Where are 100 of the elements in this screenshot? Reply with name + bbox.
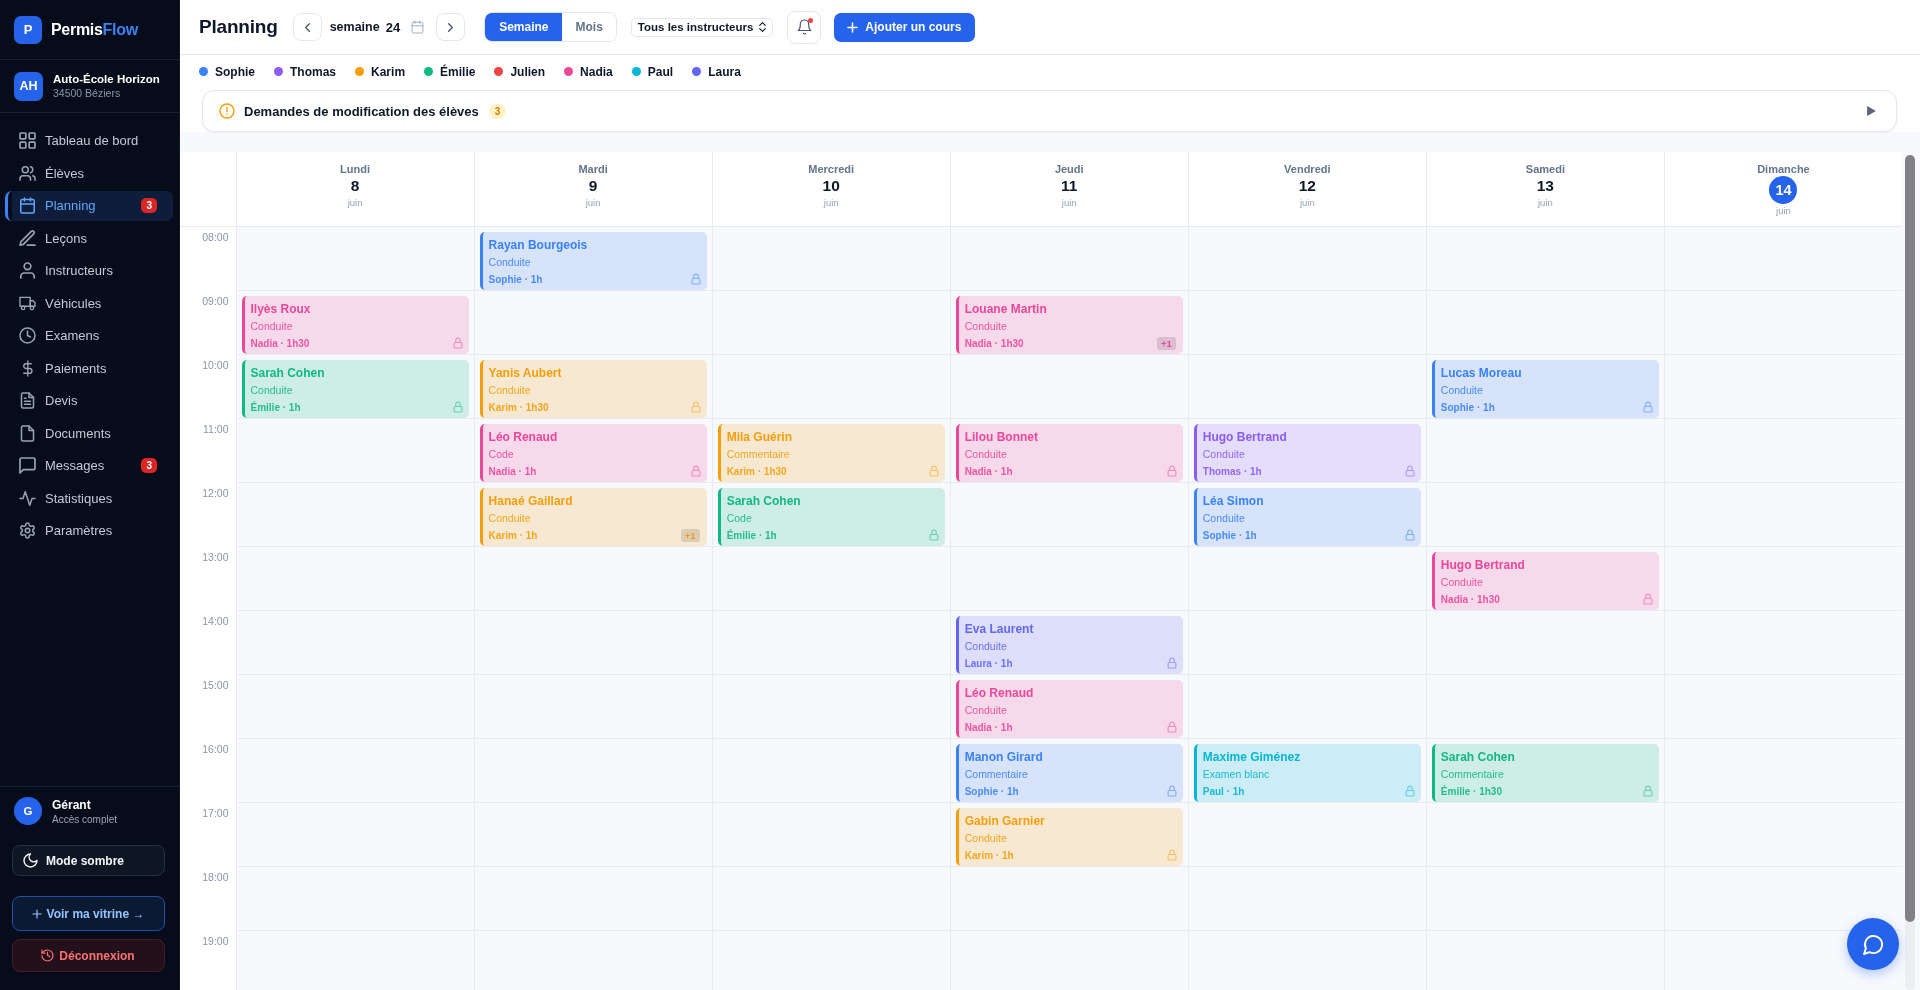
day-number: 8 — [350, 175, 360, 196]
calendar-icon[interactable] — [412, 21, 424, 33]
notifications-button[interactable] — [787, 10, 822, 44]
lesson-type: Conduite — [488, 383, 532, 397]
student-name: Louane Martin — [964, 301, 1048, 317]
lesson-type: Conduite — [1440, 383, 1484, 397]
instructor-name: Paul — [647, 64, 674, 79]
lesson-type: Conduite — [964, 319, 1008, 333]
lesson-details: Émilie · 1h30 — [1440, 785, 1502, 797]
weekday-label: Jeudi — [1054, 161, 1084, 176]
student-name: Sarah Cohen — [726, 493, 802, 509]
instructor-select[interactable]: Tous les instructeurs — [630, 17, 774, 37]
grid-icon — [20, 133, 35, 148]
brand-name: PermisFlow — [51, 20, 138, 39]
day-number: 9 — [588, 175, 598, 196]
nav-item[interactable]: Devis — [5, 385, 173, 416]
time-label: 17:00 — [202, 807, 229, 819]
theme-toggle-button[interactable]: Mode sombre — [12, 845, 165, 876]
plus-icon — [32, 909, 41, 918]
banner-title: Demandes de modification des élèves — [244, 103, 479, 119]
logout-button[interactable]: Déconnexion — [12, 939, 165, 972]
moon-icon — [24, 854, 37, 867]
time-slot[interactable] — [1663, 867, 1902, 931]
nav-item[interactable]: Messages 3 — [5, 450, 173, 481]
nav-item[interactable]: Leçons — [5, 223, 173, 253]
users-icon — [20, 165, 35, 181]
time-label: 14:00 — [202, 615, 229, 627]
month-label: juin — [1776, 203, 1791, 218]
truck-icon — [20, 295, 35, 311]
count-badge: 3 — [141, 198, 157, 213]
lesson-details: Émilie · 1h — [250, 401, 301, 413]
chevron-right-icon — [448, 22, 454, 32]
day-number: 14 — [1769, 175, 1798, 204]
clock-icon — [20, 328, 35, 343]
time-label: 10:00 — [202, 359, 229, 371]
lesson-type: Commentaire — [1440, 767, 1505, 781]
count-badge: 3 — [141, 458, 157, 473]
month-label: juin — [585, 195, 601, 210]
lesson-type: Conduite — [488, 255, 532, 269]
school-avatar: AH — [14, 71, 43, 101]
student-name: Hugo Bertrand — [1440, 557, 1526, 573]
week-label: semaine — [329, 20, 380, 34]
document-icon — [20, 393, 35, 408]
alert-icon — [220, 104, 234, 118]
caret-right-icon[interactable] — [1867, 106, 1876, 116]
instructor-name: Sophie — [215, 64, 255, 79]
user-avatar: G — [14, 797, 42, 825]
lesson-details: Sophie · 1h — [1202, 529, 1257, 541]
weekday-label: Dimanche — [1757, 161, 1810, 176]
student-name: Eva Laurent — [964, 621, 1035, 637]
instructor-name: Émilie — [440, 64, 476, 79]
view-tab[interactable]: Semaine — [485, 13, 563, 41]
weekday-label: Lundi — [340, 161, 370, 176]
showcase-button[interactable]: Voir ma vitrine → — [12, 896, 165, 931]
nav-item[interactable]: Véhicules — [5, 288, 173, 318]
nav-item[interactable]: Documents — [5, 418, 173, 448]
chevron-up-down-icon — [759, 22, 767, 32]
nav-item[interactable]: Planning 3 — [5, 190, 173, 221]
lesson-details: Laura · 1h — [964, 657, 1013, 669]
student-name: Mila Guérin — [726, 429, 793, 445]
nav-item[interactable]: Tableau de bord — [5, 125, 173, 156]
nav-item[interactable]: Instructeurs — [5, 255, 173, 286]
day-number: 12 — [1298, 175, 1316, 196]
more-badge[interactable]: +1 — [1156, 336, 1176, 350]
history-icon — [42, 950, 54, 961]
user-icon — [20, 263, 35, 278]
lesson-type: Conduite — [1202, 447, 1246, 461]
next-week-button[interactable] — [436, 13, 466, 41]
time-label: 19:00 — [202, 935, 229, 947]
student-name: Manon Girard — [964, 749, 1044, 765]
lesson-type: Code — [488, 447, 515, 461]
student-name: Léa Simon — [1202, 493, 1265, 509]
lesson-details: Karim · 1h30 — [726, 465, 787, 477]
requests-banner[interactable]: Demandes de modification des élèves 3 — [202, 90, 1897, 132]
time-label: 16:00 — [202, 743, 229, 755]
day-number: 11 — [1061, 175, 1078, 196]
student-name: Lucas Moreau — [1440, 365, 1523, 381]
weekday-label: Mercredi — [808, 161, 855, 176]
chevron-left-icon — [304, 22, 310, 32]
student-name: Ilyès Roux — [250, 301, 312, 317]
nav-item[interactable]: Élèves — [5, 158, 173, 188]
nav-item[interactable]: Statistiques — [5, 483, 173, 513]
bell-icon — [797, 20, 811, 34]
day-number: 13 — [1536, 175, 1554, 196]
student-name: Maxime Giménez — [1202, 749, 1302, 765]
nav-item[interactable]: Paramètres — [5, 515, 173, 546]
student-name: Sarah Cohen — [250, 365, 326, 381]
student-name: Léo Renaud — [488, 429, 559, 445]
lesson-type: Conduite — [250, 383, 294, 397]
previous-week-button[interactable] — [292, 13, 322, 41]
calendar-icon — [20, 198, 35, 213]
add-lesson-button[interactable]: Ajouter un cours — [834, 12, 976, 42]
student-name: Sarah Cohen — [1440, 749, 1516, 765]
chat-icon — [20, 458, 35, 473]
lesson-type: Conduite — [964, 447, 1008, 461]
time-label: 11:00 — [203, 423, 229, 435]
user-role: Accès complet — [52, 813, 118, 825]
nav-item[interactable]: Paiements — [5, 353, 173, 383]
nav-item[interactable]: Examens — [5, 320, 173, 351]
lesson-details: Émilie · 1h — [726, 529, 777, 541]
